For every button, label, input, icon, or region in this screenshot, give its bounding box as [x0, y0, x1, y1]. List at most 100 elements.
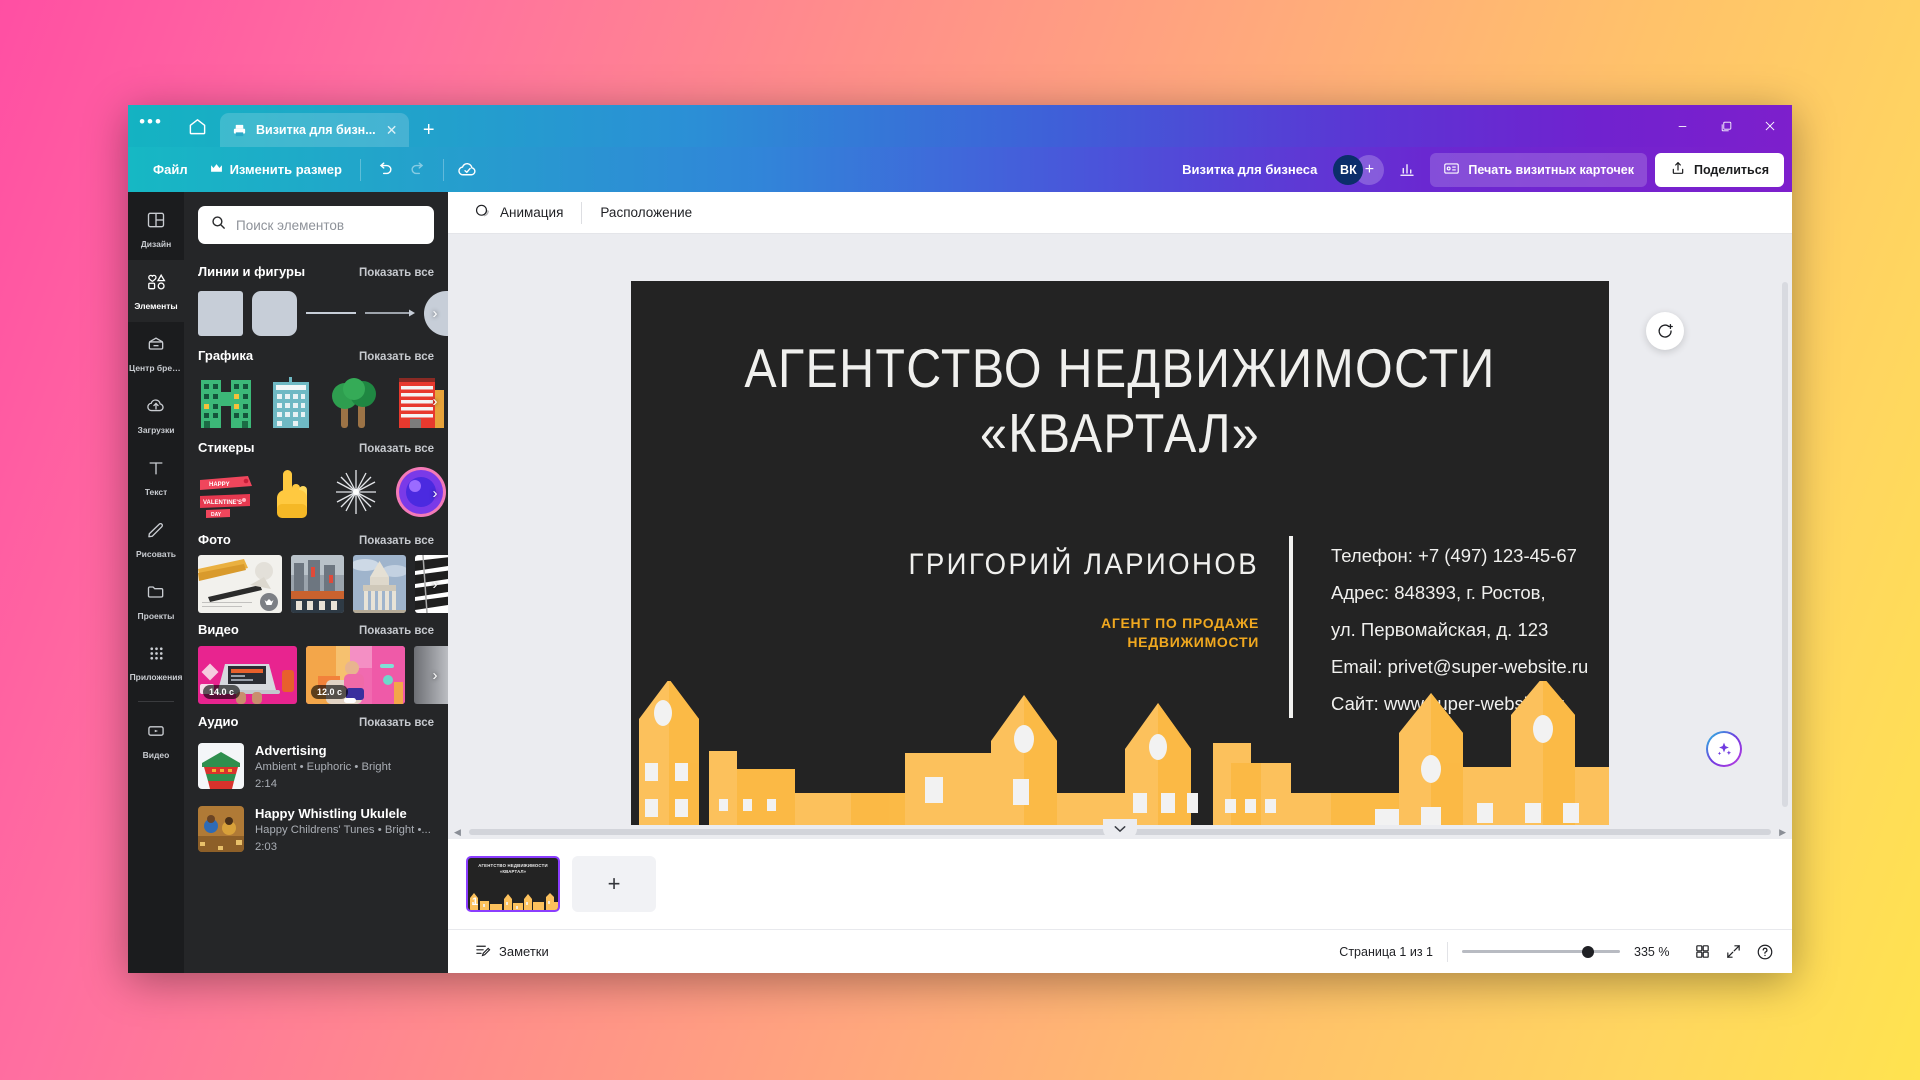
left-rail: Дизайн Элементы Центр брен... Загрузки Т…	[128, 192, 184, 973]
canvas-horizontal-scrollbar[interactable]: ◀ ▶	[448, 819, 1792, 839]
redo-icon[interactable]	[402, 153, 436, 187]
card-person-block[interactable]: ГРИГОРИЙ ЛАРИОНОВ АГЕНТ ПО ПРОДАЖЕ НЕДВИ…	[699, 548, 1259, 653]
sidebar-item-apps[interactable]: Приложения	[128, 632, 184, 694]
position-button[interactable]: Расположение	[588, 199, 704, 226]
grid-apps-icon	[147, 644, 166, 668]
scroll-left-icon[interactable]: ◀	[454, 827, 461, 838]
show-all-lines[interactable]: Показать все	[359, 267, 434, 279]
close-icon[interactable]	[1748, 105, 1792, 147]
overflow-menu-button[interactable]: •••	[128, 105, 174, 147]
chevron-right-icon[interactable]: ›	[424, 573, 446, 595]
graphic-office-tower[interactable]	[263, 372, 319, 430]
sidebar-item-draw[interactable]: Рисовать	[128, 508, 184, 570]
stickers-strip[interactable]: HAPPY VALENTINE'S DAY ›	[184, 462, 448, 524]
shape-square[interactable]	[198, 290, 243, 336]
chevron-right-icon[interactable]: ›	[424, 390, 446, 412]
notes-button[interactable]: Заметки	[466, 936, 557, 968]
section-header-videos: Видео Показать все	[184, 614, 448, 644]
chevron-right-icon[interactable]: ›	[424, 302, 446, 324]
sidebar-item-projects[interactable]: Проекты	[128, 570, 184, 632]
chevron-right-icon[interactable]: ›	[424, 482, 446, 504]
sidebar-item-brand[interactable]: Центр брен...	[128, 322, 184, 384]
video-pink-room[interactable]: 12.0 с	[306, 646, 405, 704]
zoom-slider-knob[interactable]	[1582, 945, 1595, 958]
search-input[interactable]	[236, 217, 422, 233]
sidebar-item-video[interactable]: Видео	[128, 709, 184, 771]
audio-duration: 2:03	[255, 840, 277, 853]
panel-scroll-area[interactable]: Линии и фигуры Показать все › Графика По…	[184, 256, 448, 971]
search-box[interactable]	[198, 206, 434, 244]
scrollbar-thumb[interactable]	[1782, 282, 1788, 807]
graphics-strip[interactable]: ›	[184, 370, 448, 432]
document-name[interactable]: Визитка для бизнеса	[1172, 156, 1327, 183]
photo-architect-desk[interactable]	[198, 555, 282, 613]
collapse-pages-button[interactable]	[1103, 819, 1137, 839]
restore-icon[interactable]	[1704, 105, 1748, 147]
graphic-trees[interactable]	[328, 372, 384, 430]
stats-icon[interactable]	[1390, 153, 1424, 187]
page-thumbnail-1[interactable]: АГЕНТСТВО НЕДВИЖИМОСТИ «КВАРТАЛ» 1	[466, 856, 560, 912]
video-laptop-desk[interactable]: 14.0 с	[198, 646, 297, 704]
resize-button[interactable]: Изменить размер	[199, 155, 353, 184]
fullscreen-icon[interactable]	[1725, 943, 1742, 960]
new-tab-button[interactable]: +	[409, 113, 449, 147]
toolbar-divider-2	[442, 158, 444, 181]
sidebar-item-design[interactable]: Дизайн	[128, 198, 184, 260]
list-item[interactable]: Happy Whistling Ukulele Happy Childrens'…	[184, 799, 448, 862]
tab-close-icon[interactable]: ✕	[384, 122, 400, 139]
canvas-viewport[interactable]: АГЕНТСТВО НЕДВИЖИМОСТИ «КВАРТАЛ» ГРИГОРИ…	[448, 234, 1792, 825]
photos-strip[interactable]: ›	[184, 554, 448, 614]
pencil-icon	[146, 520, 166, 545]
canvas-vertical-scrollbar[interactable]	[1781, 282, 1789, 807]
audio-thumbnail	[198, 743, 244, 789]
show-all-audio[interactable]: Показать все	[359, 717, 434, 729]
add-comment-icon[interactable]	[1646, 312, 1684, 350]
photo-classical-building[interactable]	[353, 555, 406, 613]
undo-icon[interactable]	[368, 153, 402, 187]
list-item[interactable]: Advertising Ambient • Euphoric • Bright …	[184, 736, 448, 799]
photo-construction[interactable]	[291, 555, 344, 613]
magic-sparkle-icon[interactable]	[1706, 731, 1742, 767]
position-label: Расположение	[600, 205, 693, 220]
help-icon[interactable]	[1756, 943, 1774, 961]
home-icon[interactable]	[174, 105, 220, 147]
avatar[interactable]: ВК	[1333, 154, 1364, 185]
browser-tab-active[interactable]: Визитка для бизн... ✕	[220, 113, 409, 147]
file-menu-button[interactable]: Файл	[142, 155, 199, 184]
business-card-design[interactable]: АГЕНТСТВО НЕДВИЖИМОСТИ «КВАРТАЛ» ГРИГОРИ…	[631, 281, 1609, 825]
grid-view-icon[interactable]	[1694, 943, 1711, 960]
shape-line[interactable]	[306, 291, 356, 336]
show-all-videos[interactable]: Показать все	[359, 625, 434, 637]
sidebar-label-brand: Центр брен...	[129, 362, 183, 373]
print-business-cards-button[interactable]: Печать визитных карточек	[1430, 152, 1647, 187]
card-title[interactable]: АГЕНТСТВО НЕДВИЖИМОСТИ «КВАРТАЛ»	[690, 336, 1551, 466]
show-all-photos[interactable]: Показать все	[359, 535, 434, 547]
show-all-stickers[interactable]: Показать все	[359, 443, 434, 455]
chevron-right-icon[interactable]: ›	[424, 664, 446, 686]
elements-panel: Линии и фигуры Показать все ›	[184, 192, 448, 973]
shape-arrow[interactable]	[365, 291, 415, 336]
lines-shapes-strip[interactable]: ›	[184, 286, 448, 340]
minimize-icon[interactable]	[1660, 105, 1704, 147]
sticker-valentines-banner[interactable]: HAPPY VALENTINE'S DAY	[198, 464, 254, 522]
show-all-graphics[interactable]: Показать все	[359, 351, 434, 363]
zoom-slider[interactable]	[1462, 943, 1620, 961]
cloud-saved-icon[interactable]	[451, 153, 485, 187]
animation-button[interactable]: Анимация	[462, 196, 575, 229]
cityscape-illustration	[639, 681, 1609, 825]
sticker-pointing-hand[interactable]	[263, 464, 319, 522]
scroll-right-icon[interactable]: ▶	[1779, 827, 1786, 838]
person-role-line1: АГЕНТ ПО ПРОДАЖЕ	[1101, 615, 1259, 631]
share-button[interactable]: Поделиться	[1654, 152, 1784, 187]
zoom-slider-track[interactable]	[1462, 950, 1620, 953]
section-header-lines: Линии и фигуры Показать все	[184, 256, 448, 286]
sticker-sparkle-burst[interactable]	[328, 464, 384, 522]
add-page-button[interactable]: +	[572, 856, 656, 912]
sidebar-item-elements[interactable]: Элементы	[128, 260, 184, 322]
sidebar-item-uploads[interactable]: Загрузки	[128, 384, 184, 446]
graphic-green-buildings[interactable]	[198, 372, 254, 430]
sidebar-item-text[interactable]: Текст	[128, 446, 184, 508]
sidebar-label-video: Видео	[142, 749, 170, 760]
videos-strip[interactable]: 14.0 с 12.0 с ›	[184, 644, 448, 706]
shape-rounded-square[interactable]	[252, 290, 297, 336]
